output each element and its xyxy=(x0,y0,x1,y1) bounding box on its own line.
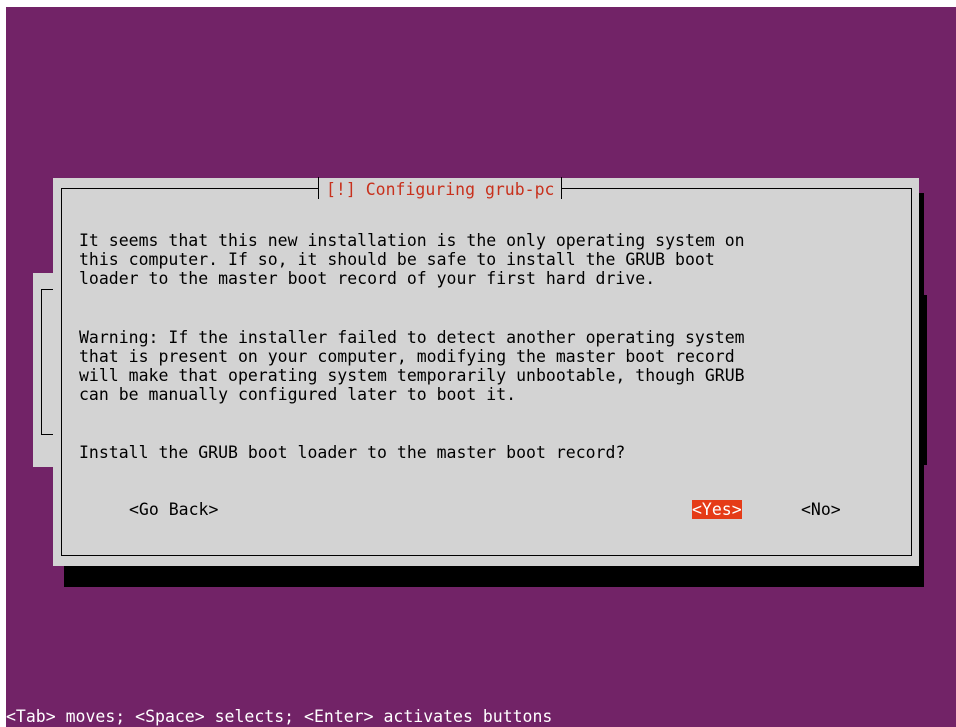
paragraph1-line1: It seems that this new installation is t… xyxy=(79,231,745,250)
paragraph2-line4: can be manually configured later to boot… xyxy=(79,385,517,404)
grub-config-dialog: [!] Configuring grub-pc It seems that th… xyxy=(53,177,919,566)
installer-screen: [!] Configuring grub-pc It seems that th… xyxy=(6,7,956,727)
question-text: Install the GRUB boot loader to the mast… xyxy=(79,443,626,462)
no-button[interactable]: <No> xyxy=(801,500,841,519)
keyboard-hint: <Tab> moves; <Space> selects; <Enter> ac… xyxy=(6,707,553,726)
paragraph1-line3: loader to the master boot record of your… xyxy=(79,269,656,288)
paragraph2-line3: will make that operating system temporar… xyxy=(79,366,745,385)
go-back-button[interactable]: <Go Back> xyxy=(129,500,218,519)
dialog-title: [!] Configuring grub-pc xyxy=(318,177,563,199)
paragraph2-line2: that is present on your computer, modify… xyxy=(79,347,735,366)
paragraph2-line1: Warning: If the installer failed to dete… xyxy=(79,328,745,347)
yes-button[interactable]: <Yes> xyxy=(692,500,742,519)
paragraph1-line2: this computer. If so, it should be safe … xyxy=(79,250,715,269)
